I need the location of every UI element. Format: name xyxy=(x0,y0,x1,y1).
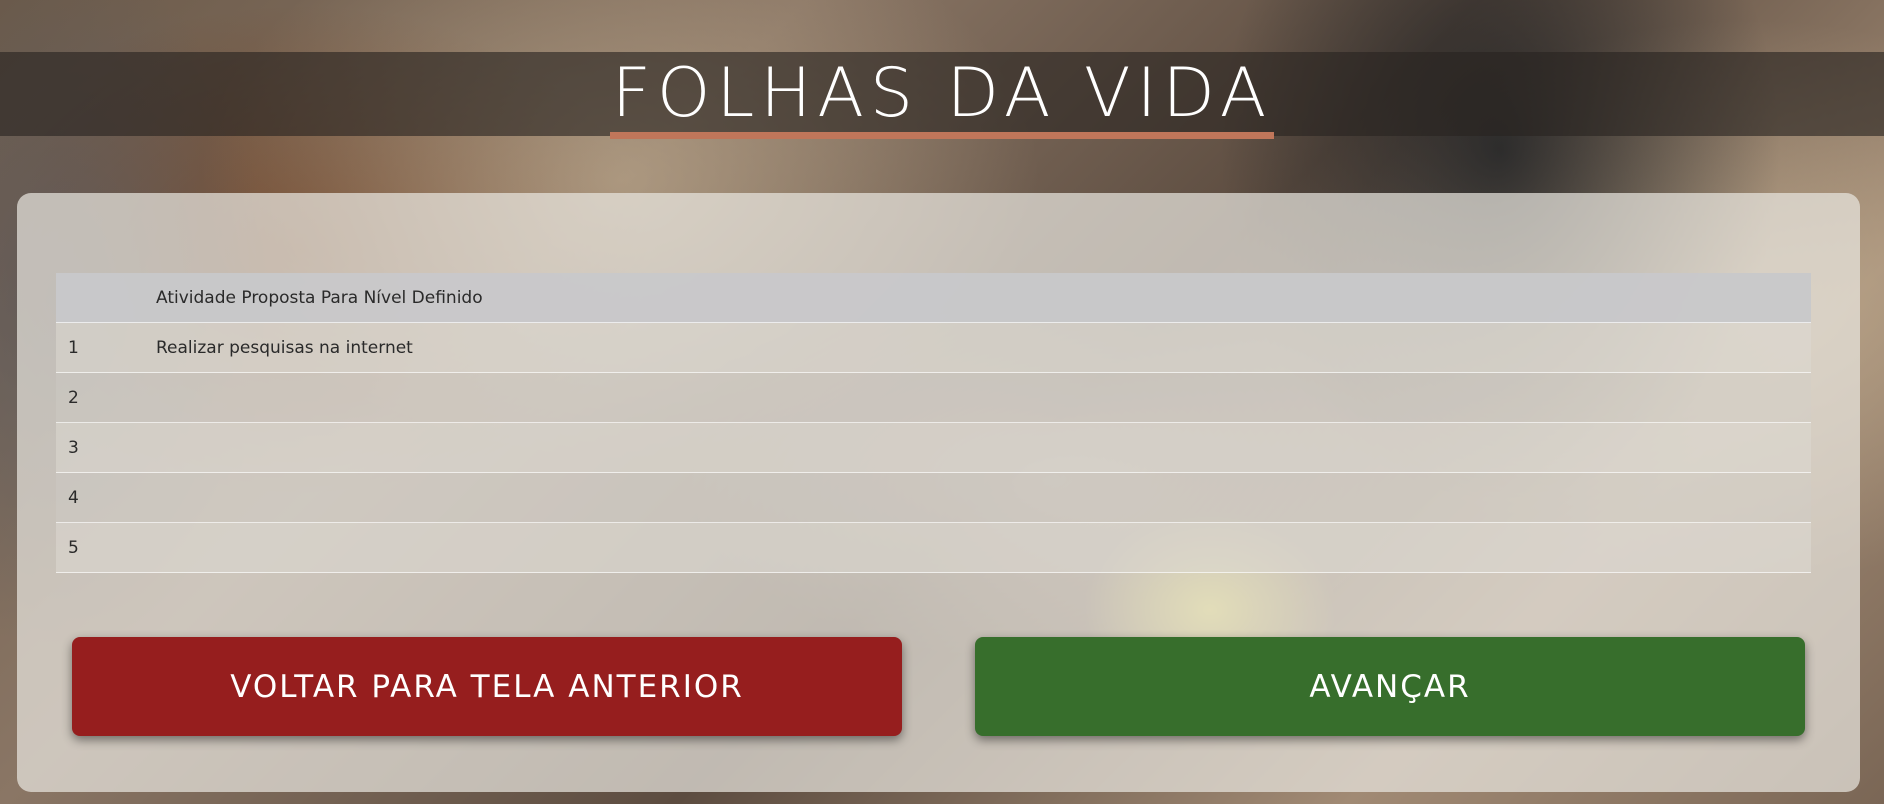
back-button[interactable]: VOLTAR PARA TELA ANTERIOR xyxy=(72,637,902,736)
table-row: 1 Realizar pesquisas na internet xyxy=(56,323,1811,373)
header: FOLHAS DA VIDA xyxy=(0,52,1884,139)
row-number: 5 xyxy=(68,537,79,558)
activity-table: Atividade Proposta Para Nível Definido 1… xyxy=(56,273,1811,573)
row-number: 2 xyxy=(68,387,79,408)
table-row: 2 xyxy=(56,373,1811,423)
row-activity: Realizar pesquisas na internet xyxy=(156,337,413,358)
row-number: 1 xyxy=(68,337,79,358)
header-activity-cell: Atividade Proposta Para Nível Definido xyxy=(156,287,483,308)
table-row: 4 xyxy=(56,473,1811,523)
page-title: FOLHAS DA VIDA xyxy=(609,52,1275,139)
next-button[interactable]: AVANÇAR xyxy=(975,637,1805,736)
table-header-row: Atividade Proposta Para Nível Definido xyxy=(56,273,1811,323)
row-number: 3 xyxy=(68,437,79,458)
table-row: 3 xyxy=(56,423,1811,473)
row-number: 4 xyxy=(68,487,79,508)
table-row: 5 xyxy=(56,523,1811,573)
